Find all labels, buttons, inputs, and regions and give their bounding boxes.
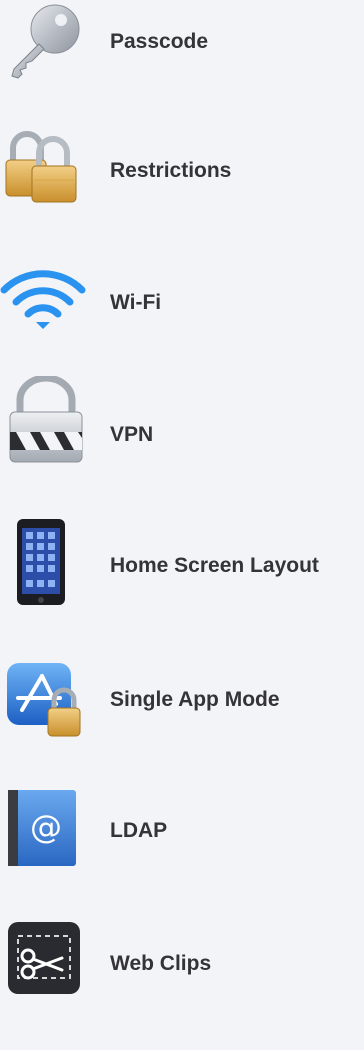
wifi-icon xyxy=(0,260,86,340)
item-label: Web Clips xyxy=(110,952,212,975)
list-item-wifi[interactable]: Wi-Fi xyxy=(0,258,364,390)
scissors-icon xyxy=(6,920,86,1000)
payload-settings-list: Passcode Restrictions Wi-Fi VPN Home Scr… xyxy=(0,0,364,995)
item-label: Wi-Fi xyxy=(110,291,162,314)
item-label: Passcode xyxy=(110,30,209,53)
list-item-vpn[interactable]: VPN xyxy=(0,376,364,508)
item-label: LDAP xyxy=(110,819,168,842)
address-book-icon: @ xyxy=(8,786,88,866)
item-label: Restrictions xyxy=(110,159,232,182)
list-item-restrictions[interactable]: Restrictions xyxy=(0,128,364,260)
list-item-passcode[interactable]: Passcode xyxy=(0,0,364,132)
list-item-ldap[interactable]: @ LDAP xyxy=(0,786,364,918)
item-label: VPN xyxy=(110,423,154,446)
phone-icon xyxy=(16,518,66,608)
vpn-lock-icon xyxy=(6,376,86,463)
padlocks-icon xyxy=(3,128,83,208)
list-item-web-clips[interactable]: Web Clips xyxy=(0,918,364,1050)
key-icon xyxy=(4,2,84,82)
svg-text:@: @ xyxy=(30,808,62,846)
item-label: Home Screen Layout xyxy=(110,554,319,577)
list-item-home-screen-layout[interactable]: Home Screen Layout xyxy=(0,516,364,648)
list-item-single-app-mode[interactable]: Single App Mode xyxy=(0,660,364,792)
item-label: Single App Mode xyxy=(110,688,280,711)
app-store-lock-icon xyxy=(6,660,86,740)
